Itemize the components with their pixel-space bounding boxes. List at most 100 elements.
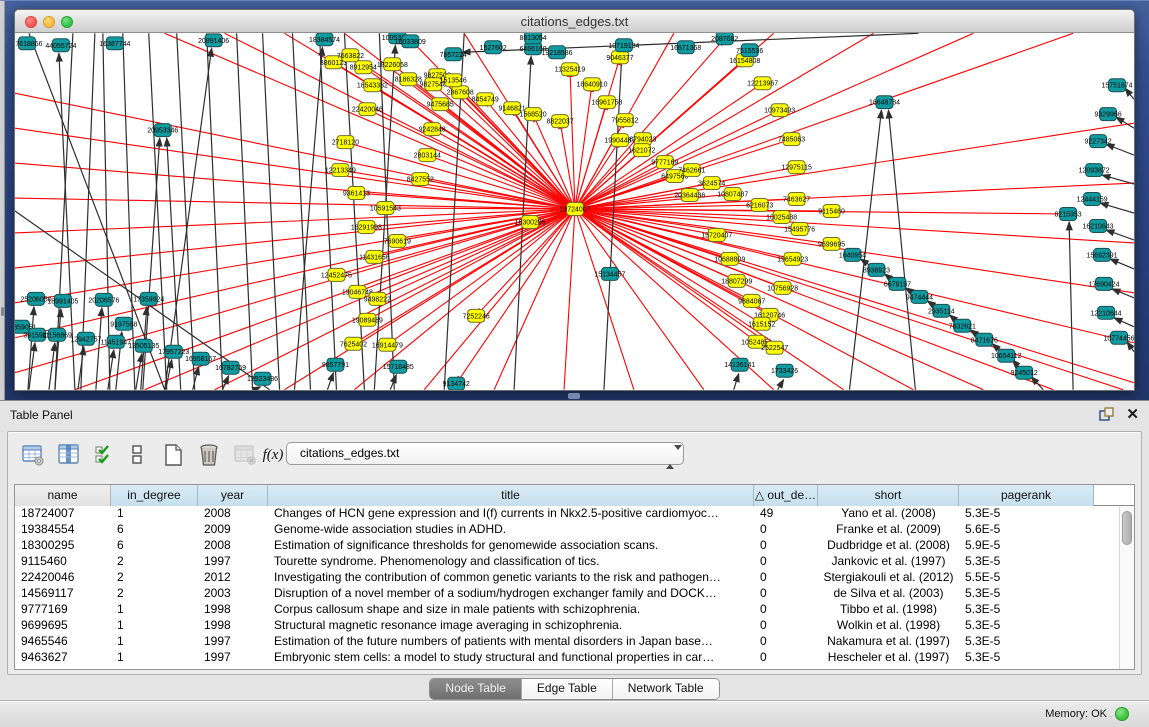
edge[interactable] <box>49 343 55 390</box>
function-builder-icon[interactable]: f(x) <box>260 442 286 468</box>
graph-node[interactable]: 9134742 <box>443 377 470 390</box>
graph-node[interactable]: 20206576 <box>88 293 119 306</box>
graph-node[interactable]: 7463627 <box>783 193 810 206</box>
graph-node[interactable]: 12213967 <box>747 77 778 90</box>
graph-node[interactable]: 20891406 <box>198 34 229 47</box>
graph-node[interactable]: 2803144 <box>414 149 441 162</box>
graph-node[interactable]: 8215953 <box>1055 208 1082 221</box>
graph-node[interactable]: 15692391 <box>1087 248 1118 261</box>
graph-node[interactable]: 9046377 <box>606 51 633 64</box>
citation-network-graph[interactable]: 1872400788601238912954182260589827502165… <box>15 33 1134 390</box>
citation-edge[interactable] <box>575 84 592 209</box>
graph-node[interactable]: 16958167 <box>185 352 216 365</box>
edge[interactable] <box>734 374 739 390</box>
graph-node[interactable]: 9227342 <box>1084 135 1111 148</box>
graph-node[interactable]: 10774456 <box>1104 331 1134 344</box>
graph-node[interactable]: 18384574 <box>309 33 340 46</box>
graph-node[interactable]: 17690424 <box>1089 277 1120 290</box>
edge[interactable] <box>237 33 253 389</box>
graph-node[interactable]: 2087682 <box>711 33 738 45</box>
new-table-icon[interactable] <box>160 442 186 468</box>
citation-edge[interactable] <box>575 209 704 390</box>
graph-node[interactable]: 15495776 <box>784 222 815 235</box>
column-header-short[interactable]: short <box>818 485 959 506</box>
graph-node[interactable]: 18640910 <box>576 78 607 91</box>
delete-table-icon[interactable] <box>232 442 258 468</box>
pane-resize-grip[interactable] <box>568 393 580 399</box>
edge[interactable] <box>1069 222 1073 390</box>
edge[interactable] <box>1102 175 1134 184</box>
graph-node[interactable]: 1733426 <box>771 364 798 377</box>
graph-node[interactable]: 12210644 <box>1091 306 1122 319</box>
citation-edge[interactable] <box>575 209 1134 383</box>
graph-node[interactable]: 9361413 <box>343 187 370 200</box>
graph-node[interactable]: 10973493 <box>764 104 795 117</box>
graph-node[interactable]: 2718120 <box>332 136 359 149</box>
edge[interactable] <box>255 387 261 390</box>
tab-network-table[interactable]: Network Table <box>613 679 719 699</box>
edge[interactable] <box>293 33 311 389</box>
graph-node[interactable]: 12975115 <box>781 161 812 174</box>
graph-node[interactable]: 18226058 <box>377 58 408 71</box>
column-visibility-icon[interactable] <box>56 442 82 468</box>
citation-edge[interactable] <box>15 209 575 338</box>
citation-edge[interactable] <box>15 209 575 303</box>
graph-node[interactable]: 8912954 <box>350 61 377 74</box>
left-splitter[interactable] <box>0 1 5 401</box>
graph-node[interactable]: 7485063 <box>778 133 805 146</box>
citation-edge[interactable] <box>570 69 575 209</box>
float-panel-icon[interactable] <box>1099 407 1115 422</box>
graph-node[interactable]: 10807487 <box>717 188 748 201</box>
graph-node[interactable]: 9242848 <box>419 123 446 136</box>
table-settings-icon[interactable] <box>20 442 46 468</box>
edge[interactable] <box>1112 289 1134 298</box>
column-header-pagerank[interactable]: pagerank <box>959 485 1094 506</box>
edge[interactable] <box>327 373 333 390</box>
edge[interactable] <box>1031 377 1043 390</box>
citation-edge[interactable] <box>165 33 575 209</box>
edge[interactable] <box>1114 318 1134 327</box>
graph-node[interactable]: 7252246 <box>463 309 490 322</box>
graph-node[interactable]: 16961758 <box>591 96 622 109</box>
tab-node-table[interactable]: Node Table <box>430 679 522 699</box>
citation-edge[interactable] <box>15 163 575 209</box>
citation-edge[interactable] <box>15 198 575 209</box>
table-row[interactable]: 2242004622012Investigating the contribut… <box>15 570 1134 586</box>
node-table[interactable]: namein_degreeyeartitle△ out_de…shortpage… <box>14 484 1135 670</box>
column-header-name[interactable]: name <box>15 485 111 506</box>
graph-node[interactable]: 1621072 <box>628 144 655 157</box>
select-columns-icon[interactable] <box>92 442 118 468</box>
table-row[interactable]: 946554611997Estimation of the future num… <box>15 634 1134 650</box>
edge[interactable] <box>1110 259 1134 269</box>
graph-node[interactable]: 10025488 <box>766 211 797 224</box>
table-row[interactable]: 911546021997Tourette syndrome. Phenomeno… <box>15 554 1134 570</box>
graph-node[interactable]: 9197588 <box>110 317 137 330</box>
edge[interactable] <box>177 33 195 389</box>
delete-rows-icon[interactable] <box>196 442 222 468</box>
table-vertical-scrollbar[interactable] <box>1119 507 1134 669</box>
edge[interactable] <box>1127 342 1134 352</box>
graph-node[interactable]: 9115460 <box>818 205 845 218</box>
memory-status-icon[interactable] <box>1115 707 1129 721</box>
graph-node[interactable]: 7955812 <box>611 114 638 127</box>
table-select-dropdown[interactable]: citations_edges.txt <box>286 442 684 465</box>
table-row[interactable]: 1872400712008Changes of HCN gene express… <box>15 506 1134 522</box>
table-row[interactable]: 1830029562008Estimation of significance … <box>15 538 1134 554</box>
window-titlebar[interactable]: citations_edges.txt <box>15 10 1134 33</box>
graph-node[interactable]: 17618866 <box>15 37 43 50</box>
citation-edge[interactable] <box>575 209 1134 343</box>
graph-node[interactable]: 16387744 <box>99 37 130 50</box>
citation-edge[interactable] <box>387 209 575 345</box>
column-header-title[interactable]: title <box>268 485 754 506</box>
graph-node[interactable]: 16782759 <box>215 361 246 374</box>
graph-node[interactable]: 12093872 <box>1079 164 1110 177</box>
edge[interactable] <box>207 33 223 389</box>
network-view-window[interactable]: citations_edges.txt 18724007886012389129… <box>14 9 1135 391</box>
graph-node[interactable]: 10719134 <box>608 39 639 52</box>
edge[interactable] <box>1125 88 1134 99</box>
graph-node[interactable]: 10591543 <box>370 202 401 215</box>
table-row[interactable]: 1938455462009Genome-wide association stu… <box>15 522 1134 538</box>
graph-node[interactable]: 10654112 <box>991 349 1022 362</box>
citation-edge[interactable] <box>575 209 1123 390</box>
graph-node[interactable]: 9245012 <box>1011 366 1038 379</box>
